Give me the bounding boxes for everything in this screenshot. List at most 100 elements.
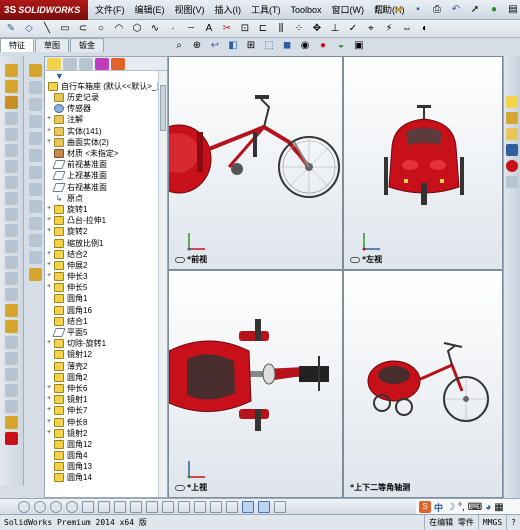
expand-toggle[interactable] (45, 318, 53, 325)
tree-item[interactable]: 传感器 (45, 103, 167, 114)
trim-icon[interactable]: ✂ (219, 21, 235, 37)
rebuild-icon[interactable]: ● (486, 2, 502, 18)
tree-item[interactable]: 圆角14 (45, 472, 167, 483)
expand-toggle[interactable] (45, 463, 53, 470)
undo-icon[interactable]: ↶ (448, 2, 464, 18)
flex-tool-icon[interactable] (5, 384, 18, 397)
intersect-icon[interactable] (28, 251, 42, 264)
tree-root-part[interactable]: 自行车箱座 (默认<<默认>_显示... (45, 81, 167, 92)
menu-item[interactable]: 工具(T) (246, 0, 286, 20)
tree-item[interactable]: 圆角2 (45, 372, 167, 383)
point-icon[interactable]: · (165, 21, 181, 37)
menu-item[interactable]: 窗口(W) (327, 0, 370, 20)
menu-item[interactable]: Toolbox (286, 0, 327, 20)
pan-view-icon[interactable] (50, 500, 62, 513)
revolved-boss-icon[interactable] (5, 80, 18, 93)
normal-to-icon[interactable] (82, 500, 94, 513)
boundary-surface-icon[interactable] (28, 115, 42, 128)
tree-item[interactable]: + 曲面实体(2) (45, 137, 167, 148)
rotate-view-icon[interactable] (34, 500, 46, 513)
viewport-left[interactable]: *左视 (343, 56, 503, 270)
menu-item[interactable]: 编辑(E) (130, 0, 170, 20)
tree-item[interactable]: 结合1 (45, 316, 167, 327)
circular-pattern-tool-icon[interactable] (5, 320, 18, 333)
expand-toggle[interactable] (45, 195, 53, 202)
expand-toggle[interactable]: + (45, 227, 53, 235)
two-viewport-icon[interactable] (258, 500, 270, 513)
view-settings-icon[interactable]: ▣ (351, 38, 367, 54)
isometric-view-icon[interactable] (194, 500, 206, 513)
delete-body-icon[interactable] (28, 234, 42, 247)
text-icon[interactable]: A (201, 21, 217, 37)
select-arrow-icon[interactable]: ➚ (467, 2, 483, 18)
polygon-icon[interactable]: ⬡ (129, 21, 145, 37)
expand-toggle[interactable]: + (45, 115, 53, 123)
tree-item[interactable]: 前视基准面 (45, 159, 167, 170)
circle-icon[interactable]: ○ (93, 21, 109, 37)
solidworks-logo[interactable]: 3S SOLIDWORKS (0, 0, 88, 20)
repair-sketch-icon[interactable]: ✓ (345, 21, 361, 37)
slot-icon[interactable]: ⊂ (75, 21, 91, 37)
expand-toggle[interactable]: + (45, 127, 53, 135)
3d-sketch-icon[interactable] (28, 81, 42, 94)
expand-toggle[interactable] (45, 105, 53, 112)
viewport-dimetric[interactable]: *上下二等角轴测 (343, 270, 503, 498)
instant2d-icon[interactable]: ⇔ (399, 21, 415, 37)
front-view-icon[interactable] (98, 500, 110, 513)
expand-toggle[interactable] (45, 441, 53, 448)
command-tab[interactable]: 特征 (0, 38, 34, 52)
print-icon[interactable]: ⎙ (429, 2, 445, 18)
tree-item[interactable]: + 凸台-拉伸1 (45, 215, 167, 226)
ime-moon-icon[interactable]: ☽ (446, 502, 455, 513)
rectangle-icon[interactable]: ▭ (57, 21, 73, 37)
convert-entities-icon[interactable]: ⊡ (237, 21, 253, 37)
expand-toggle[interactable]: + (45, 406, 53, 414)
tree-item[interactable]: 圆角4 (45, 450, 167, 461)
move-copy-body-icon[interactable] (28, 200, 42, 213)
help-icon[interactable]: ? (506, 514, 520, 530)
tree-item[interactable]: 薄壳2 (45, 361, 167, 372)
tree-item[interactable]: 右视基准面 (45, 182, 167, 193)
expand-toggle[interactable]: + (45, 429, 53, 437)
expand-toggle[interactable] (45, 452, 53, 459)
expand-toggle[interactable]: + (45, 283, 53, 291)
tree-scrollbar[interactable] (158, 71, 167, 497)
dynamic-annotation-icon[interactable]: ⊞ (243, 38, 259, 54)
rib-tool-icon[interactable] (5, 208, 18, 221)
expand-toggle[interactable] (45, 307, 53, 314)
tree-item[interactable]: + 切除-旋转1 (45, 338, 167, 349)
edit-appearance-icon[interactable]: ● (315, 38, 331, 54)
ime-language-indicator[interactable]: 中 (434, 501, 443, 514)
expand-toggle[interactable]: + (45, 250, 53, 258)
four-viewport-icon[interactable] (274, 500, 286, 513)
tree-item[interactable]: 圆角13 (45, 461, 167, 472)
offset-surface-icon[interactable] (28, 132, 42, 145)
view-palette-icon[interactable] (506, 144, 518, 156)
lofted-boss-icon[interactable] (5, 112, 18, 125)
centerline-icon[interactable]: ┄ (183, 21, 199, 37)
viewport-front[interactable]: *前视 (168, 56, 343, 270)
section-view-icon[interactable]: ◧ (225, 38, 241, 54)
spline-icon[interactable]: ∿ (147, 21, 163, 37)
cavity-icon[interactable] (28, 268, 42, 281)
offset-entities-icon[interactable]: ⊏ (255, 21, 271, 37)
hide-show-items-icon[interactable]: ◉ (297, 38, 313, 54)
mirror-entities-icon[interactable]: ⫼ (273, 21, 289, 37)
tree-item[interactable]: + 伸展2 (45, 260, 167, 271)
display-relations-icon[interactable]: ⊥ (327, 21, 343, 37)
expand-toggle[interactable] (45, 295, 53, 302)
expand-toggle[interactable] (45, 184, 53, 191)
right-view-icon[interactable] (146, 500, 158, 513)
apply-scene-icon[interactable]: ◒ (333, 38, 349, 54)
menu-item[interactable]: 插入(I) (210, 0, 247, 20)
menu-item[interactable]: 视图(V) (170, 0, 210, 20)
appearances-icon[interactable] (506, 160, 518, 172)
expand-toggle[interactable]: + (45, 395, 53, 403)
ruled-surface-icon[interactable] (28, 149, 42, 162)
ime-punctuation-icon[interactable]: °, (458, 502, 465, 513)
tree-item[interactable]: + 注解 (45, 114, 167, 125)
tree-item[interactable]: 上视基准面 (45, 170, 167, 181)
file-explorer-icon[interactable] (506, 128, 518, 140)
dimetric-view-icon[interactable] (226, 500, 238, 513)
expand-toggle[interactable] (45, 150, 53, 157)
